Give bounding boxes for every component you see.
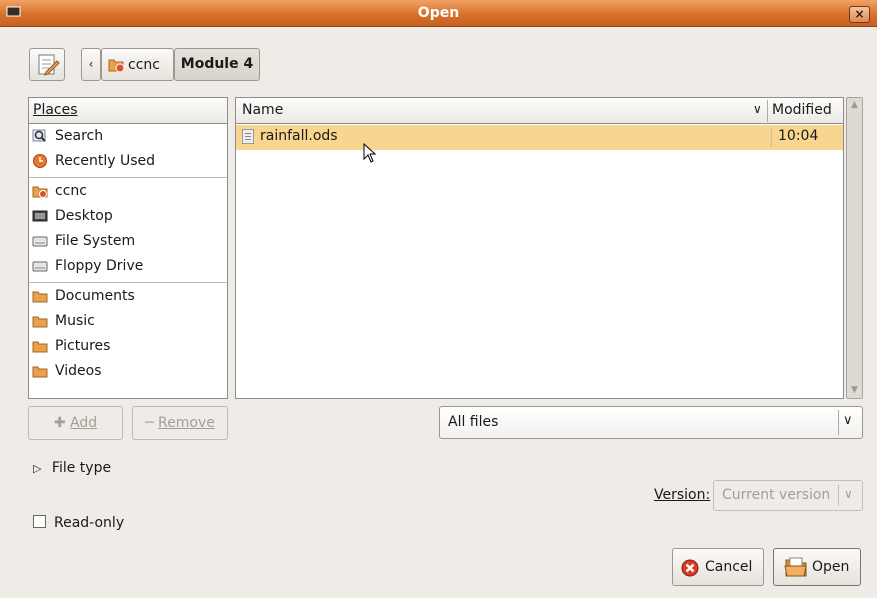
drive-icon [32, 261, 48, 272]
vertical-scrollbar[interactable] [846, 97, 863, 399]
place-videos[interactable]: Videos [29, 359, 227, 384]
place-label: File System [55, 233, 136, 249]
place-label: Floppy Drive [55, 258, 144, 274]
places-header[interactable]: Places [28, 97, 228, 124]
breadcrumb-label: ccnc [128, 57, 160, 73]
file-filter-dropdown[interactable]: All files ∨ [439, 406, 863, 439]
folder-icon [32, 291, 48, 303]
place-recently-used[interactable]: Recently Used [29, 149, 227, 174]
chevron-down-icon: ∨ [844, 487, 853, 501]
place-pictures[interactable]: Pictures [29, 334, 227, 359]
place-label: Recently Used [55, 153, 156, 169]
place-label: Documents [55, 288, 135, 304]
place-label: Search [55, 128, 104, 144]
folder-icon [32, 316, 48, 328]
minus-icon: ─ [145, 415, 154, 431]
search-icon [32, 129, 46, 142]
plus-icon: ✚ [53, 415, 66, 431]
add-label: Add [70, 415, 98, 431]
add-button[interactable]: ✚ Add [28, 406, 123, 440]
checkbox-box[interactable] [33, 515, 46, 528]
place-label: Videos [55, 363, 102, 379]
place-music[interactable]: Music [29, 309, 227, 334]
breadcrumb-ccnc[interactable]: ccnc [101, 48, 174, 81]
places-separator [29, 177, 227, 178]
remove-label: Remove [158, 415, 215, 431]
place-documents[interactable]: Documents [29, 284, 227, 309]
window-title: Open [417, 5, 460, 21]
column-divider [771, 128, 773, 147]
close-button[interactable]: × [849, 6, 870, 23]
open-label: Open [812, 559, 850, 575]
place-label: Pictures [55, 338, 111, 354]
mouse-cursor-icon [363, 143, 377, 163]
column-divider[interactable] [767, 100, 768, 122]
places-separator [29, 282, 227, 283]
remove-button[interactable]: ─ Remove [132, 406, 228, 440]
dropdown-divider [838, 485, 839, 506]
recently-used-icon [33, 154, 47, 168]
pencil-icon [38, 54, 60, 76]
read-only-checkbox[interactable]: Read-only [33, 513, 124, 533]
column-header-name[interactable]: Name [242, 102, 283, 118]
places-header-label: Places [33, 102, 78, 118]
place-file-system[interactable]: File System [29, 229, 227, 254]
document-icon [242, 129, 254, 144]
cancel-icon [681, 559, 699, 577]
file-row[interactable]: rainfall.ods 10:04 [236, 125, 843, 150]
version-value: Current version [722, 487, 831, 503]
sort-chevron-icon[interactable]: ∨ [753, 102, 762, 116]
chevron-down-icon: ∨ [843, 413, 853, 428]
cancel-button[interactable]: Cancel [672, 548, 764, 586]
place-label: ccnc [55, 183, 87, 199]
version-label: Version: [654, 487, 711, 503]
window-menu-icon[interactable] [6, 6, 21, 19]
place-desktop[interactable]: Desktop [29, 204, 227, 229]
scroll-down-arrow-icon[interactable]: ▼ [846, 382, 863, 399]
expander-triangle-icon: ▷ [33, 462, 42, 475]
open-button[interactable]: Open [773, 548, 861, 586]
place-ccnc[interactable]: ccnc [29, 179, 227, 204]
folder-icon [32, 341, 48, 353]
location-edit-button[interactable] [29, 48, 65, 81]
drive-icon [32, 236, 48, 247]
column-header-modified[interactable]: Modified [772, 102, 832, 118]
version-dropdown[interactable]: Current version ∨ [713, 480, 863, 511]
home-folder-icon [108, 59, 125, 72]
place-label: Music [55, 313, 95, 329]
place-label: Desktop [55, 208, 113, 224]
cancel-label: Cancel [705, 559, 753, 575]
file-type-label: File type [51, 460, 112, 476]
place-search[interactable]: Search [29, 124, 227, 149]
file-modified: 10:04 [778, 128, 819, 144]
desktop-icon [32, 210, 48, 222]
read-only-label: Read-only [54, 515, 125, 531]
files-header: Name ∨ Modified [235, 97, 844, 124]
file-type-expander[interactable]: ▷ File type [33, 457, 153, 479]
open-folder-icon [784, 557, 807, 577]
filter-value: All files [448, 414, 499, 430]
place-floppy-drive[interactable]: Floppy Drive [29, 254, 227, 279]
breadcrumb-module-4[interactable]: Module 4 [174, 48, 260, 81]
scroll-up-arrow-icon[interactable]: ▲ [846, 97, 863, 114]
dropdown-divider [838, 410, 839, 435]
home-folder-icon [32, 186, 48, 198]
file-name: rainfall.ods [260, 128, 338, 144]
folder-icon [32, 366, 48, 378]
back-arrow-button[interactable]: ‹ [81, 48, 101, 81]
